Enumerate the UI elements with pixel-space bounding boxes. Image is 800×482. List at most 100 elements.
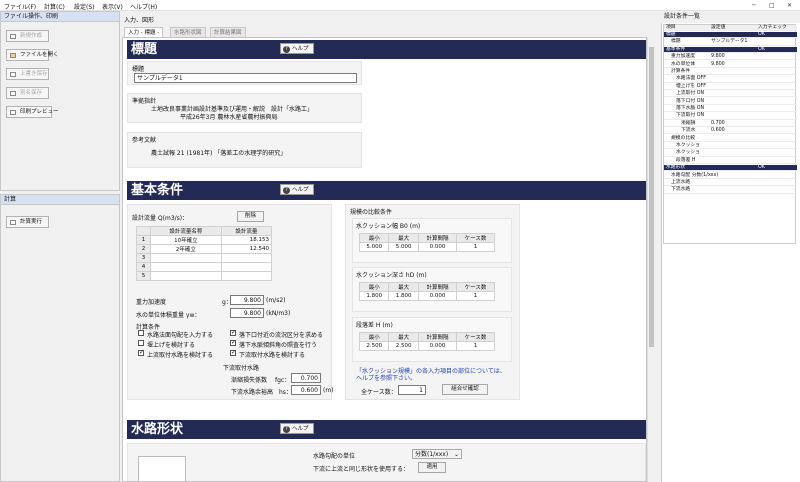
table-row[interactable]: 5.000 5.000 0.000 1 (358, 242, 495, 252)
table-row[interactable]: 2 2年確立 12.540 (136, 244, 273, 254)
tree-item[interactable]: 下流水 0.600 (664, 128, 797, 135)
tree-item[interactable]: 上流取付 ON (664, 91, 797, 98)
check-slope-input[interactable] (138, 330, 144, 336)
new-file-button[interactable]: 新規作成 (6, 30, 49, 42)
check-flow-regime-label: 落下口付近の流況区分を求める (239, 332, 324, 339)
check-upstream[interactable] (138, 349, 144, 356)
section-heading: 標題 ? ヘルプ (127, 40, 646, 59)
tree-item[interactable]: 標題 サンプルデータ1 (664, 39, 797, 46)
menu-file[interactable]: ファイル(F) (4, 2, 36, 11)
help-button[interactable]: ? ヘルプ (280, 43, 314, 54)
minimize-icon[interactable]: ─ (752, 2, 756, 9)
table-row[interactable]: 1.800 1.800 0.000 1 (358, 291, 495, 301)
tab-channel-figure[interactable]: 水路形状図 (170, 27, 206, 37)
width-table: 最小 最大 計算間隔 ケース数 5.000 5.000 0.000 1 (358, 233, 495, 252)
check-downstream[interactable] (230, 349, 236, 356)
down-depth-input[interactable]: 0.600 (291, 385, 321, 395)
width-title: 水クッション幅 B0 (m) (356, 223, 421, 230)
down-depth-label: 下流水路余裕高 (231, 389, 274, 396)
table-row[interactable]: 1 10年確立 18.153 (136, 235, 273, 245)
menu-view[interactable]: 表示(V) (102, 2, 123, 11)
tree-item[interactable]: 水路形状 OK (664, 165, 797, 172)
tab-result-figure[interactable]: 計算結果図 (210, 27, 246, 37)
tree-item-label: 水クッショ (676, 143, 700, 148)
apply-upstream-label: 下流に上流と同じ形状を使用する： (313, 466, 410, 473)
maximize-icon[interactable]: □ (769, 2, 775, 9)
depth-title: 水クッション深さ hD (m) (356, 272, 427, 279)
check-nappe-angle[interactable] (230, 339, 236, 346)
close-icon[interactable]: ✕ (787, 2, 792, 9)
delete-button[interactable]: 削除 (237, 211, 264, 222)
check-nappe-angle-label: 落下水脈傾斜角の照査を行う (239, 342, 318, 349)
tree-item-label: 落下水脈 ON (676, 106, 705, 111)
tree-item[interactable]: 上流水路 (664, 180, 797, 187)
check-slope-input-label: 水路法面勾配を入力する (147, 332, 214, 339)
check-downstream-label: 下流取付水路を検討する (239, 352, 306, 359)
tree-item[interactable]: 規模の比較 (664, 136, 797, 142)
tree-item-label: 上流取付 ON (676, 91, 705, 97)
drop-group: 段落差 H (m) 最小 最大 計算間隔 ケース数 2.500 2.500 0.000 1 (352, 317, 512, 362)
tree-item-label: 計算条件 (671, 69, 691, 74)
tree-item-label: 水路勾配 分数(1/xxx) (671, 172, 719, 178)
tree-item[interactable]: 水クッショ (664, 150, 797, 157)
tree-item-check: OK (758, 46, 765, 52)
run-calc-button[interactable]: 計算実行 (6, 216, 49, 228)
vertical-scrollbar[interactable] (647, 37, 655, 482)
table-row[interactable]: 4 (136, 262, 273, 272)
table-row[interactable]: 2.500 2.500 0.000 1 (358, 341, 495, 351)
menu-settings[interactable]: 設定(S) (74, 2, 95, 11)
save-icon (10, 72, 16, 77)
total-cases-label: 全ケース数： (361, 389, 397, 396)
check-backwater[interactable] (138, 340, 144, 346)
check-flow-regime[interactable] (230, 329, 236, 336)
tree-item[interactable]: 落下口付 ON (664, 99, 797, 105)
table-row[interactable]: 3 (136, 253, 273, 263)
menu-calc[interactable]: 計算(C) (44, 2, 65, 11)
help-button[interactable]: ? ヘルプ (280, 423, 314, 434)
title-group: 標題 サンプルデータ1 (127, 61, 362, 85)
tree-item[interactable]: 標題 OK (664, 32, 797, 39)
channel-figure (138, 456, 186, 481)
open-file-button[interactable]: ファイルを開く (6, 49, 59, 61)
tree-item[interactable]: 基本条件 OK (664, 46, 797, 53)
gravity-input[interactable]: 9.800 (230, 295, 264, 305)
print-preview-button[interactable]: 印刷プレビュー (6, 106, 59, 118)
tree-item[interactable]: 段落差 H (664, 158, 797, 164)
slope-unit-select[interactable]: 分数(1/xxx) ⌄ (412, 449, 462, 459)
loss-input[interactable]: 0.700 (291, 373, 321, 383)
apply-button[interactable]: 適用 (418, 462, 446, 473)
tree-item[interactable]: 重力加速度 9.800 (664, 54, 797, 61)
loss-label: 漸縮損失係数 (231, 377, 268, 384)
conditions-tree: 項目 設定値 入力チェック 標題 OK 標題 サンプルデータ1 基本条件 OK 重力加速度 9… (663, 24, 797, 244)
tree-item[interactable]: 堰上げを OFF (664, 84, 797, 90)
input-form: 標題 ? ヘルプ 標題 サンプルデータ1 準拠指針 土地改良事業計画設計基準及び運… (122, 37, 647, 482)
menu-help[interactable]: ヘルプ(H) (130, 2, 157, 11)
tree-item[interactable]: 漸縮損 0.700 (664, 121, 797, 127)
combination-check-button[interactable]: 組合せ確認 (442, 384, 488, 395)
file-panel: ファイル操作、印刷 新規作成 ファイルを開く 上書き保存 別名保存 印刷プレビュ… (0, 11, 120, 191)
tree-item[interactable]: 水路勾配 分数(1/xxx) (664, 173, 797, 179)
tree-item[interactable]: 下流水路 (664, 187, 797, 194)
table-row[interactable]: 5 (136, 271, 273, 281)
tree-item[interactable]: 水クッショ (664, 143, 797, 150)
tree-item-value: 9.800 (711, 61, 725, 67)
help-button[interactable]: ? ヘルプ (280, 184, 314, 195)
tree-item[interactable]: 水路法面 OFF (664, 76, 797, 83)
tree-item[interactable]: 下流取付 ON (664, 113, 797, 120)
slope-unit-label: 水路勾配の単位 (313, 453, 356, 460)
total-cases-input[interactable]: 1 (398, 385, 426, 395)
calc-panel-header: 計算 (1, 195, 119, 205)
weight-input[interactable]: 9.800 (230, 308, 264, 318)
scale-title: 規模の比較条件 (350, 209, 393, 216)
tree-item[interactable]: 水の単位体 9.800 (664, 62, 797, 68)
tree-item-label: 水クッショ (676, 150, 700, 156)
scrollbar-thumb[interactable] (649, 47, 654, 347)
help-icon: ? (283, 187, 290, 194)
save-as-button[interactable]: 別名保存 (6, 87, 49, 99)
tree-item[interactable]: 落下水脈 ON (664, 106, 797, 113)
tree-item[interactable]: 計算条件 (664, 69, 797, 76)
calculator-icon (10, 220, 16, 225)
title-input[interactable]: サンプルデータ1 (134, 73, 357, 83)
tab-input[interactable]: 入力 - 標題 - (124, 27, 164, 37)
save-button[interactable]: 上書き保存 (6, 68, 49, 80)
